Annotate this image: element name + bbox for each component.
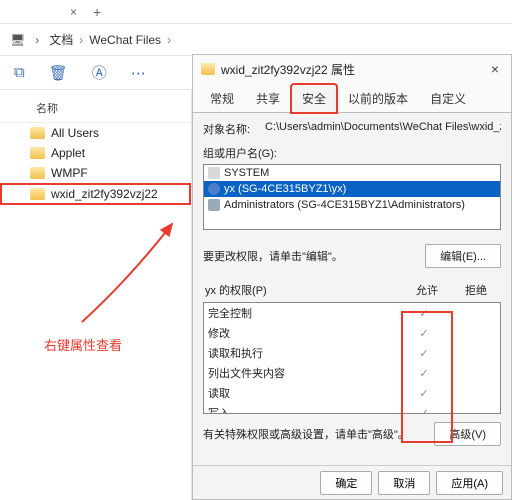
permission-name: 完全控制 [208,305,398,321]
allow-check-icon: ✓ [398,307,450,320]
permission-name: 读取 [208,385,398,401]
permission-name: 修改 [208,325,398,341]
dialog-tab[interactable]: 常规 [199,84,245,113]
advanced-hint: 有关特殊权限或高级设置，请单击"高级"。 [203,426,434,442]
permission-name: 写入 [208,405,398,414]
groups-listbox[interactable]: SYSTEM yx (SG-4CE315BYZ1\yx) Administrator… [203,164,501,230]
properties-dialog: wxid_zit2fy392vzj22 属性 × 常规共享安全以前的版本自定义 … [192,54,512,500]
annotation-text: 右键属性查看 [44,335,122,354]
object-name-label: 对象名称: [203,121,257,137]
folder-icon [30,167,45,179]
permission-row[interactable]: 修改✓ [204,323,500,343]
dialog-tab[interactable]: 安全 [291,84,337,113]
folder-icon [30,147,45,159]
permission-row[interactable]: 列出文件夹内容✓ [204,363,500,383]
browser-tab-strip: × + [0,0,512,24]
edit-button[interactable]: 编辑(E)... [425,244,501,268]
cancel-button[interactable]: 取消 [378,471,430,495]
folder-item[interactable]: Applet [0,143,191,163]
group-item[interactable]: SYSTEM [204,165,500,181]
rename-icon[interactable]: Ⓐ [92,62,107,83]
breadcrumb[interactable]: 文档 › WeChat Files › [49,31,171,48]
permission-row[interactable]: 完全控制✓ [204,303,500,323]
permissions-label: yx 的权限(P) [205,282,401,298]
group-name: SYSTEM [224,167,269,179]
folder-name: WMPF [51,166,88,180]
allow-check-icon: ✓ [398,347,450,360]
folder-name: Applet [51,146,85,160]
advanced-button[interactable]: 高级(V) [434,422,501,446]
folder-name: All Users [51,126,99,140]
allow-check-icon: ✓ [398,387,450,400]
allow-check-icon: ✓ [398,367,450,380]
chevron-right-icon: › [167,33,171,47]
tab-close-button[interactable]: × [70,5,77,19]
new-tab-button[interactable]: + [93,4,101,20]
allow-header: 允许 [401,282,453,298]
folder-name: wxid_zit2fy392vzj22 [51,187,158,201]
permission-name: 列出文件夹内容 [208,365,398,381]
dialog-tabs: 常规共享安全以前的版本自定义 [193,83,511,112]
group-item[interactable]: Administrators (SG-4CE315BYZ1\Administra… [204,197,500,213]
permission-row[interactable]: 读取✓ [204,383,500,403]
user-icon [208,167,220,179]
folder-icon [30,188,45,200]
breadcrumb-wechatfiles[interactable]: WeChat Files [89,33,161,47]
permission-row[interactable]: 读取和执行✓ [204,343,500,363]
delete-icon[interactable]: 🗑 [49,64,68,82]
allow-check-icon: ✓ [398,407,450,415]
column-header-name[interactable]: 名称 [0,94,191,123]
chevron-right-icon: › [79,33,83,47]
edit-hint: 要更改权限，请单击"编辑"。 [203,248,425,264]
permission-name: 读取和执行 [208,345,398,361]
dialog-title: wxid_zit2fy392vzj22 属性 [221,61,485,78]
close-button[interactable]: × [485,61,505,77]
group-name: yx (SG-4CE315BYZ1\yx) [224,183,346,195]
dialog-footer: 确定 取消 应用(A) [193,465,511,499]
user-icon [208,183,220,195]
groups-label: 组或用户名(G): [203,145,501,161]
folder-item[interactable]: wxid_zit2fy392vzj22 [0,183,191,205]
pc-icon: 🖥 [10,33,25,47]
apply-button[interactable]: 应用(A) [436,471,503,495]
folder-item[interactable]: WMPF [0,163,191,183]
group-item[interactable]: yx (SG-4CE315BYZ1\yx) [204,181,500,197]
dialog-body: 对象名称: C:\Users\admin\Documents\WeChat Fi… [193,112,511,465]
folder-item[interactable]: All Users [0,123,191,143]
allow-check-icon: ✓ [398,327,450,340]
dialog-tab[interactable]: 自定义 [419,84,477,113]
dialog-titlebar: wxid_zit2fy392vzj22 属性 × [193,55,511,83]
folder-icon [30,127,45,139]
ok-button[interactable]: 确定 [320,471,372,495]
permission-row[interactable]: 写入✓ [204,403,500,414]
deny-header: 拒绝 [453,282,499,298]
dialog-tab[interactable]: 共享 [245,84,291,113]
file-list-panel: 名称 All Users Applet WMPF wxid_zit2fy392vzj2… [0,90,192,500]
address-bar: 🖥 › 文档 › WeChat Files › [0,24,512,56]
dialog-tab[interactable]: 以前的版本 [337,84,419,113]
chevron-right-icon: › [35,33,39,47]
folder-icon [201,63,215,75]
more-icon[interactable]: ⋯ [131,64,146,82]
permissions-listbox[interactable]: 完全控制✓修改✓读取和执行✓列出文件夹内容✓读取✓写入✓ [203,302,501,414]
breadcrumb-documents[interactable]: 文档 [49,31,73,48]
copy-icon[interactable]: ⧉ [14,64,25,81]
object-name-value: C:\Users\admin\Documents\WeChat Files\wx… [265,121,501,137]
user-icon [208,199,220,211]
group-name: Administrators (SG-4CE315BYZ1\Administra… [224,199,465,211]
